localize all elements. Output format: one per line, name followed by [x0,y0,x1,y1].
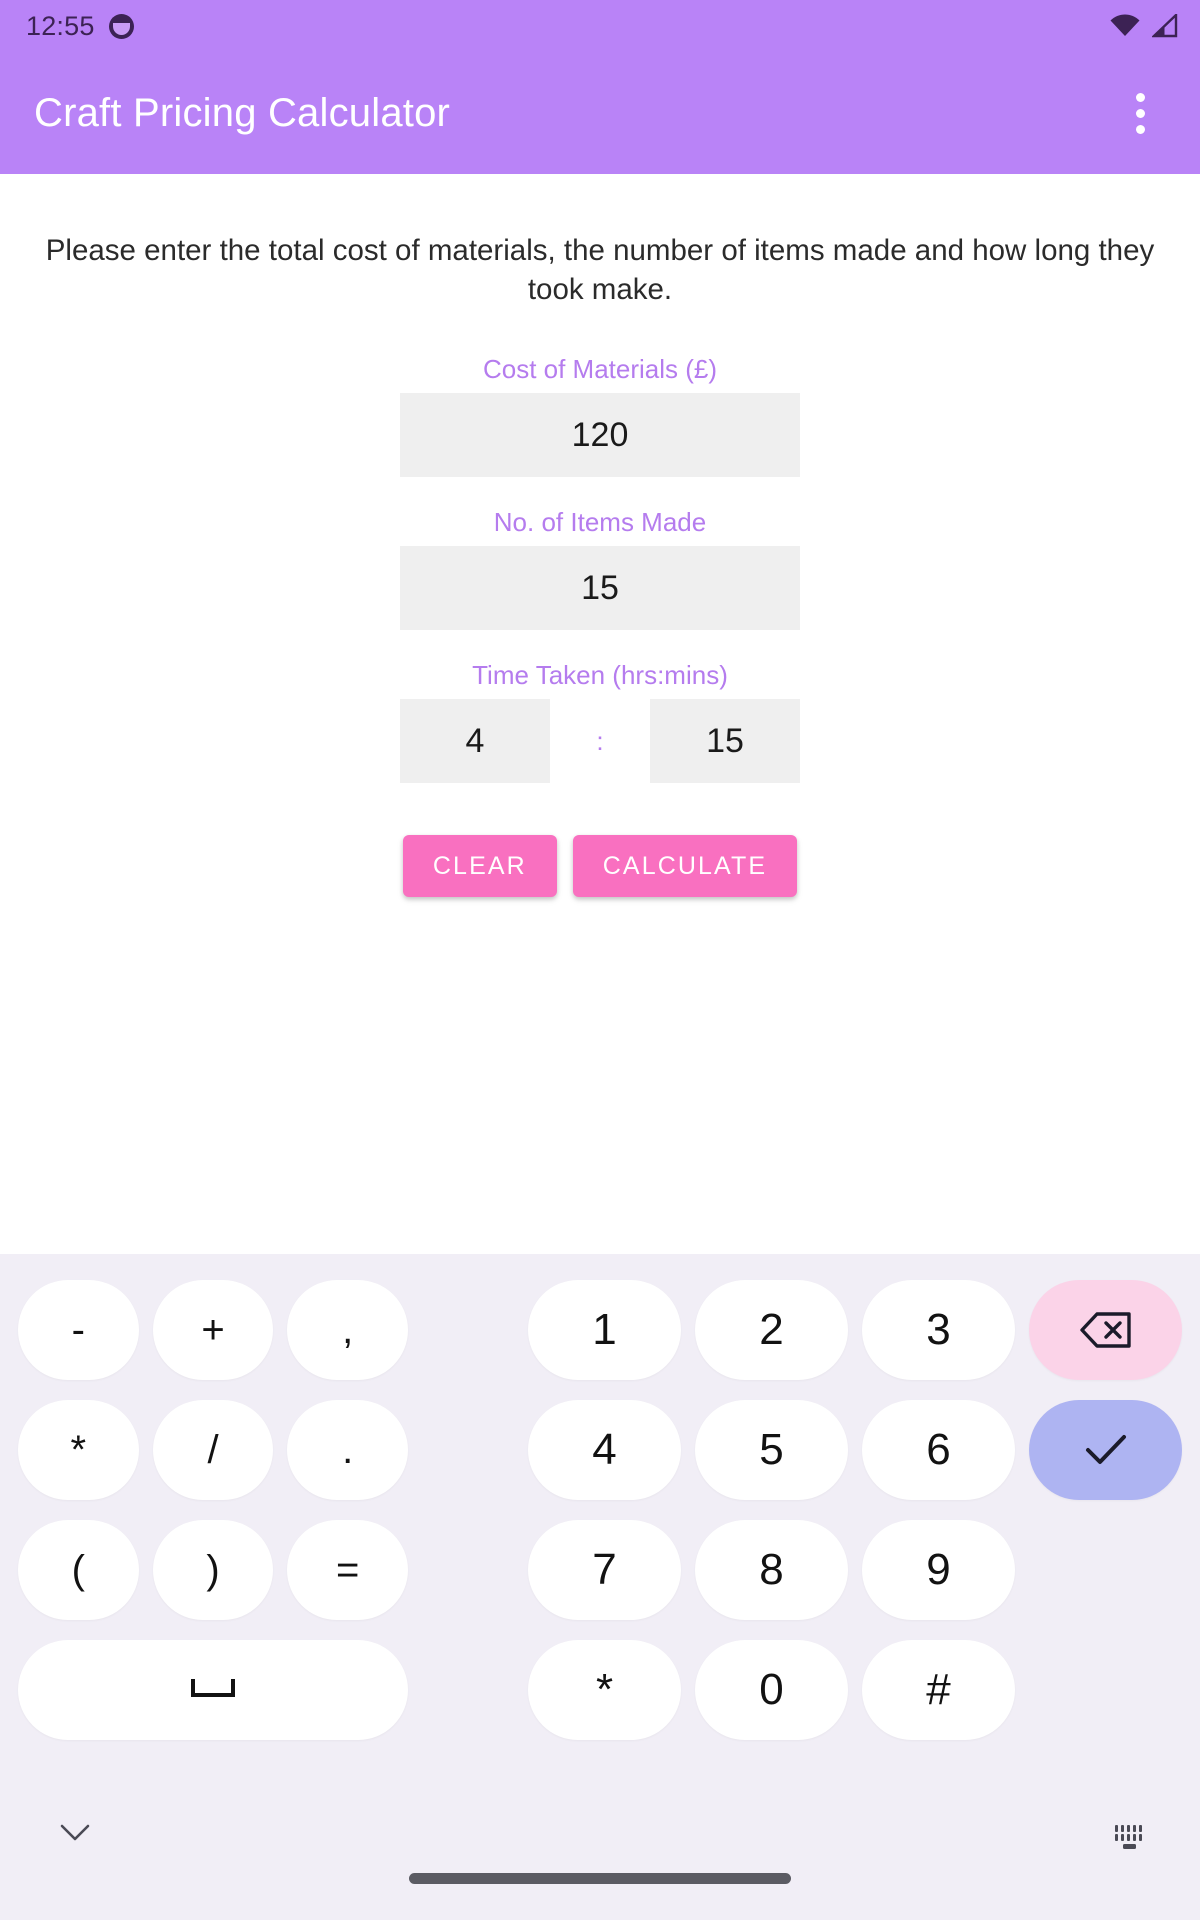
main-content: Please enter the total cost of materials… [0,174,1200,1254]
key-3[interactable]: 3 [862,1280,1015,1380]
intro-text: Please enter the total cost of materials… [45,234,1155,306]
items-input[interactable]: 15 [400,546,800,631]
key-8[interactable]: 8 [695,1520,848,1620]
key-hash[interactable]: # [862,1640,1015,1740]
key-7[interactable]: 7 [528,1520,681,1620]
key-4[interactable]: 4 [528,1400,681,1500]
on-screen-keyboard: - + , * / . ( ) = 1 2 3 4 5 6 7 8 9 * 0 … [0,1254,1200,1920]
keyboard-row: - + , [18,1280,409,1380]
key-space[interactable] [18,1640,408,1740]
cellular-signal-icon [1152,14,1178,38]
key-comma[interactable]: , [287,1280,409,1380]
key-enter[interactable] [1029,1400,1182,1500]
app-bar: Craft Pricing Calculator [0,52,1200,174]
key-2[interactable]: 2 [695,1280,848,1380]
more-vert-icon[interactable] [1110,83,1170,143]
more-vert-dot [1135,92,1145,102]
keyboard-row: 7 8 9 [528,1520,1182,1620]
status-bar: 12:55 [0,0,1200,52]
more-vert-dot [1135,124,1145,134]
status-bar-right [1110,14,1178,38]
check-icon [1080,1430,1132,1470]
clear-button[interactable]: CLEAR [402,835,557,898]
app-root: 12:55 Craft Pricing Calculator Please en… [0,0,1200,1920]
key-paren-open[interactable]: ( [18,1520,139,1620]
key-0[interactable]: 0 [695,1640,848,1740]
field-group-time: Time Taken (hrs:mins) 4 : 15 [0,660,1200,784]
field-group-items: No. of Items Made 15 [0,507,1200,631]
calculate-button[interactable]: CALCULATE [572,835,798,898]
key-5[interactable]: 5 [695,1400,848,1500]
app-notification-icon [108,13,134,39]
keyboard-row: ( ) = [18,1520,409,1620]
key-slash[interactable]: / [152,1400,274,1500]
cost-input[interactable]: 120 [400,393,800,478]
time-hours-input[interactable]: 4 [400,699,550,784]
keyboard-panes: - + , * / . ( ) = 1 2 3 4 5 6 7 8 9 * 0 … [0,1254,1200,1810]
time-minutes-input[interactable]: 15 [650,699,800,784]
home-indicator[interactable] [409,1873,791,1884]
time-separator: : [596,726,604,757]
key-period[interactable]: . [287,1400,409,1500]
key-1[interactable]: 1 [528,1280,681,1380]
keyboard-switch-icon[interactable] [1112,1822,1148,1857]
field-group-cost: Cost of Materials (£) 120 [0,353,1200,478]
action-button-row: CLEAR CALCULATE [0,835,1200,898]
key-plus[interactable]: + [152,1280,274,1380]
keyboard-symbol-pane: - + , * / . ( ) = [18,1280,409,1810]
key-backspace[interactable] [1029,1280,1182,1380]
keyboard-spacer [1029,1520,1182,1620]
more-vert-dot [1135,108,1145,118]
time-inputs-row: 4 : 15 [400,699,800,784]
status-bar-left: 12:55 [26,10,134,41]
page-title: Craft Pricing Calculator [34,91,451,135]
key-9[interactable]: 9 [862,1520,1015,1620]
keyboard-bottom-bar [0,1810,1200,1920]
time-field-label: Time Taken (hrs:mins) [472,660,728,691]
key-minus[interactable]: - [18,1280,139,1380]
key-equals[interactable]: = [287,1520,409,1620]
chevron-down-icon[interactable] [58,1822,92,1849]
space-bar-icon [191,1679,235,1701]
keyboard-numeric-pane: 1 2 3 4 5 6 7 8 9 * 0 # [408,1280,1182,1810]
cost-field-label: Cost of Materials (£) [482,353,718,384]
keyboard-row: 1 2 3 [528,1280,1182,1380]
status-clock: 12:55 [26,10,95,41]
keyboard-row: * 0 # [528,1640,1182,1740]
key-asterisk[interactable]: * [528,1640,681,1740]
keyboard-row: 4 5 6 [528,1400,1182,1500]
keyboard-spacer [1029,1640,1182,1740]
items-field-label: No. of Items Made [493,507,707,538]
wifi-icon [1110,14,1140,38]
keyboard-row [18,1640,408,1740]
key-asterisk-left[interactable]: * [18,1400,139,1500]
key-paren-close[interactable]: ) [152,1520,274,1620]
key-6[interactable]: 6 [862,1400,1015,1500]
backspace-icon [1079,1310,1133,1350]
keyboard-row: * / . [18,1400,409,1500]
